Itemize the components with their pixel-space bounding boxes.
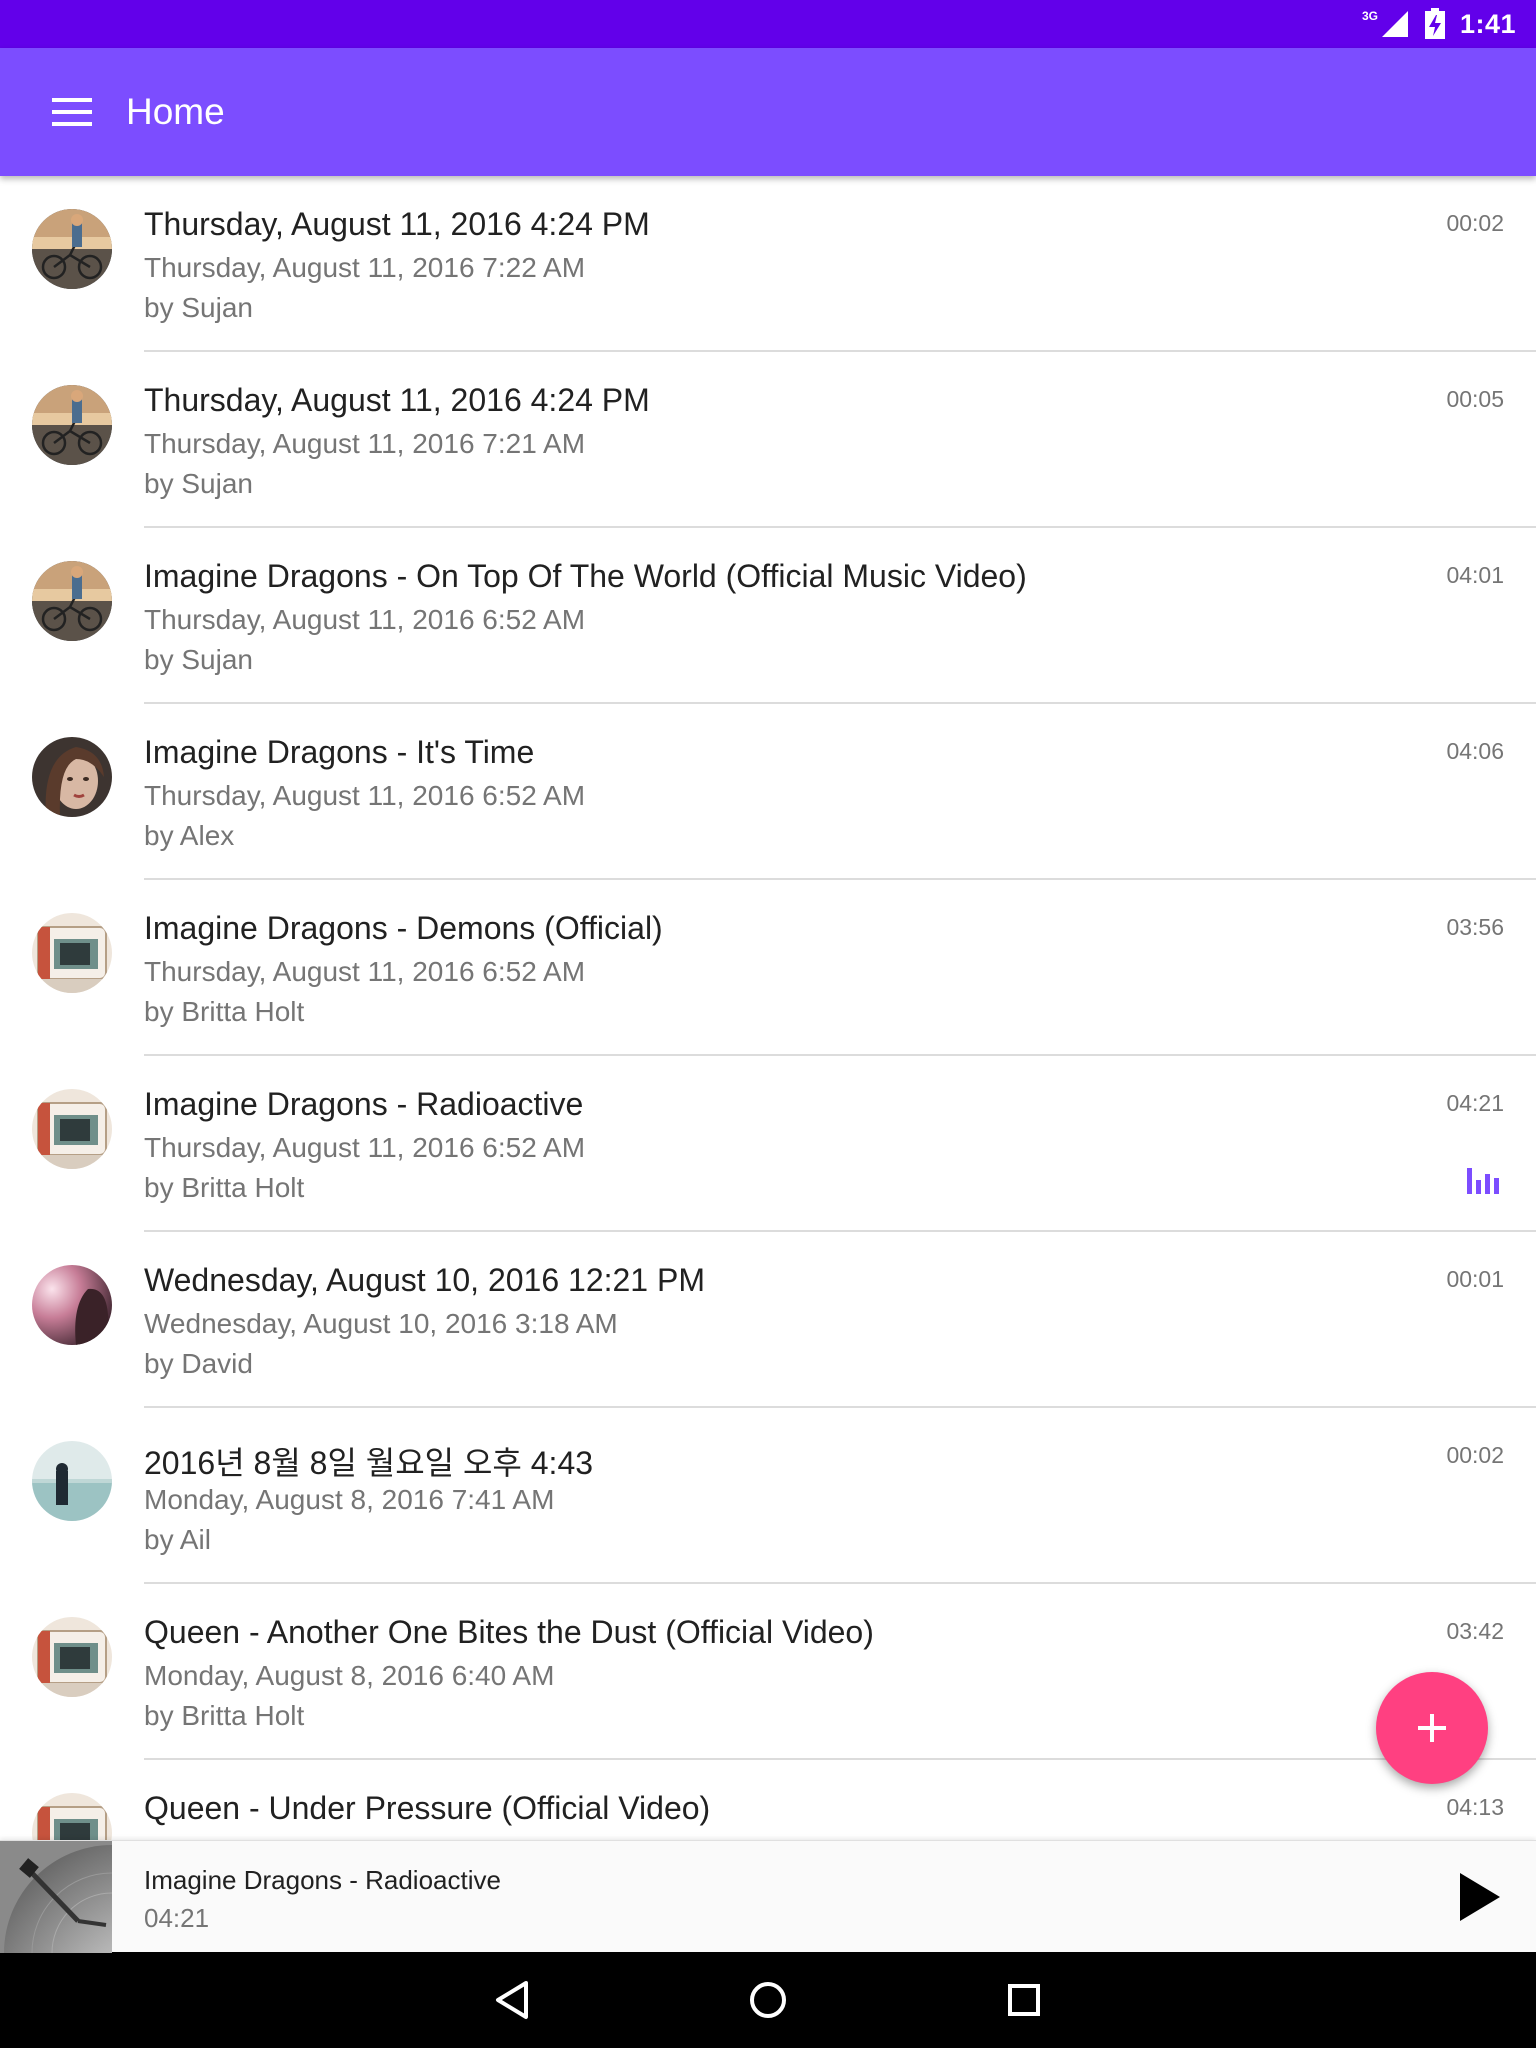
song-date: Monday, August 8, 2016 6:40 AM (144, 1660, 555, 1691)
home-circle-icon (750, 1982, 786, 2018)
song-title: Imagine Dragons - It's Time (144, 734, 535, 770)
album-art (0, 1841, 112, 1953)
battery-charging-icon (1424, 8, 1445, 39)
avatar-image (32, 209, 112, 289)
list-item[interactable]: Imagine Dragons - Demons (Official) Thurs… (0, 880, 1536, 1056)
avatar-image (32, 1793, 112, 1840)
avatar-image (32, 1265, 112, 1345)
avatar (32, 385, 112, 465)
song-duration: 00:02 (1446, 1442, 1504, 1468)
list-item[interactable]: Queen - Another One Bites the Dust (Offi… (0, 1584, 1536, 1760)
avatar (32, 1617, 112, 1697)
avatar-image (32, 1089, 112, 1169)
song-title: 2016년 8월 8일 월요일 오후 4:43 (144, 1445, 594, 1481)
song-date: Thursday, August 11, 2016 6:52 AM (144, 604, 586, 635)
back-button[interactable] (472, 1960, 552, 2040)
now-playing-bar[interactable]: Imagine Dragons - Radioactive 04:21 (0, 1840, 1536, 1953)
status-bar: 3G 1:41 (0, 0, 1536, 48)
song-title: Thursday, August 11, 2016 4:24 PM (144, 206, 650, 242)
equalizer-icon (1467, 1168, 1499, 1194)
back-triangle-icon (496, 1981, 528, 2019)
song-duration: 04:01 (1446, 562, 1504, 588)
play-icon (1460, 1873, 1500, 1921)
recents-button[interactable] (984, 1960, 1064, 2040)
list-item[interactable]: Queen - Under Pressure (Official Video) 0… (0, 1760, 1536, 1840)
list-item[interactable]: Imagine Dragons - On Top Of The World (O… (0, 528, 1536, 704)
home-button[interactable] (728, 1960, 808, 2040)
song-title: Imagine Dragons - Radioactive (144, 1086, 584, 1122)
signal-icon (1381, 11, 1408, 37)
network-indicator: 3G (1362, 9, 1410, 39)
list-item[interactable]: 2016년 8월 8일 월요일 오후 4:43 Monday, August 8,… (0, 1408, 1536, 1584)
song-date: Wednesday, August 10, 2016 3:18 AM (144, 1308, 618, 1339)
song-date: Thursday, August 11, 2016 6:52 AM (144, 780, 586, 811)
avatar (32, 737, 112, 817)
song-author: by Britta Holt (144, 1700, 305, 1731)
song-date: Thursday, August 11, 2016 7:21 AM (144, 428, 586, 459)
avatar (32, 913, 112, 993)
song-author: by Ail (144, 1524, 211, 1555)
avatar (32, 1089, 112, 1169)
song-duration: 00:05 (1446, 386, 1504, 412)
avatar (32, 1441, 112, 1521)
hamburger-menu-icon (52, 98, 92, 126)
avatar-image (32, 913, 112, 993)
song-author: by Britta Holt (144, 996, 305, 1027)
song-duration: 04:13 (1446, 1794, 1504, 1820)
turntable-icon (0, 1841, 112, 1953)
song-title: Imagine Dragons - On Top Of The World (O… (144, 558, 1027, 594)
song-author: by Britta Holt (144, 1172, 305, 1203)
song-date: Thursday, August 11, 2016 6:52 AM (144, 956, 586, 987)
song-title: Queen - Under Pressure (Official Video) (144, 1790, 711, 1826)
song-date: Thursday, August 11, 2016 7:22 AM (144, 252, 586, 283)
song-duration: 04:21 (1446, 1090, 1504, 1116)
avatar (32, 561, 112, 641)
song-duration: 00:01 (1446, 1266, 1504, 1292)
list-item[interactable]: Imagine Dragons - Radioactive Thursday, A… (0, 1056, 1536, 1232)
song-title: Wednesday, August 10, 2016 12:21 PM (144, 1262, 705, 1298)
page-title: Home (126, 91, 225, 132)
list-item[interactable]: Wednesday, August 10, 2016 12:21 PM Wedne… (0, 1232, 1536, 1408)
menu-button[interactable] (36, 76, 108, 148)
add-button[interactable] (1376, 1672, 1488, 1784)
song-author: by Alex (144, 820, 235, 851)
song-duration: 00:02 (1446, 210, 1504, 236)
list-item[interactable]: Thursday, August 11, 2016 4:24 PM Thursda… (0, 176, 1536, 352)
song-title: Thursday, August 11, 2016 4:24 PM (144, 382, 650, 418)
song-duration: 04:06 (1446, 738, 1504, 764)
now-playing-time: 04:21 (144, 1903, 210, 1933)
song-date: Thursday, August 11, 2016 6:52 AM (144, 1132, 586, 1163)
avatar (32, 209, 112, 289)
app-bar: Home (0, 48, 1536, 176)
clock: 1:41 (1459, 8, 1516, 39)
network-type-label: 3G (1361, 9, 1378, 23)
avatar (32, 1793, 112, 1840)
recents-square-icon (1008, 1984, 1040, 2016)
avatar-image (32, 561, 112, 641)
song-author: by David (144, 1348, 253, 1379)
song-list[interactable]: Thursday, August 11, 2016 4:24 PM Thursda… (0, 176, 1536, 1840)
avatar-image (32, 737, 112, 817)
system-nav-bar (0, 1952, 1536, 2048)
list-item[interactable]: Thursday, August 11, 2016 4:24 PM Thursda… (0, 352, 1536, 528)
song-duration: 03:56 (1446, 914, 1504, 940)
avatar-image (32, 385, 112, 465)
song-title: Imagine Dragons - Demons (Official) (144, 910, 663, 946)
avatar-image (32, 1441, 112, 1521)
plus-icon (1418, 1714, 1446, 1742)
avatar-image (32, 1617, 112, 1697)
play-button[interactable] (1448, 1865, 1512, 1929)
song-duration: 03:42 (1446, 1618, 1504, 1644)
song-author: by Sujan (144, 292, 253, 323)
list-item[interactable]: Imagine Dragons - It's Time Thursday, Aug… (0, 704, 1536, 880)
song-date: Monday, August 8, 2016 7:41 AM (144, 1484, 555, 1515)
song-title: Queen - Another One Bites the Dust (Offi… (144, 1614, 874, 1650)
song-author: by Sujan (144, 468, 253, 499)
now-playing-title: Imagine Dragons - Radioactive (144, 1865, 501, 1895)
avatar (32, 1265, 112, 1345)
song-author: by Sujan (144, 644, 253, 675)
